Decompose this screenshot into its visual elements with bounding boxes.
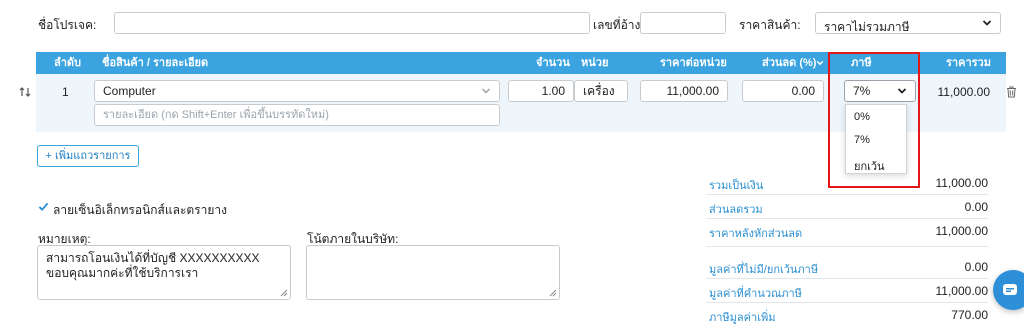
summary-taxable-value: 11,000.00 (935, 284, 989, 298)
add-row-button[interactable]: + เพิ่มแถวรายการ (37, 145, 139, 167)
summary-after-discount-label: ราคาหลังหักส่วนลด (709, 228, 803, 240)
discount-input[interactable]: 0.00 (742, 80, 824, 102)
summary-nontaxable-value: 0.00 (964, 260, 988, 274)
check-icon[interactable] (38, 201, 49, 212)
resize-grip-icon[interactable] (280, 289, 288, 297)
resize-grip-icon[interactable] (549, 289, 557, 297)
summary-subtotal-value: 11,000.00 (935, 176, 989, 190)
col-name-header: ชื่อสินค้า / รายละเอียด (102, 57, 209, 69)
project-label: ชื่อโปรเจค: (38, 18, 97, 32)
product-name-select[interactable]: Computer (94, 80, 500, 102)
chat-button[interactable] (993, 270, 1024, 310)
summary-nontaxable-label: มูลค่าที่ไม่มี/ยกเว้นภาษี (709, 264, 819, 276)
row-total: 11,000.00 (937, 85, 991, 99)
remark-textarea[interactable]: สามารถโอนเงินได้ที่บัญชี XXXXXXXXXX ขอบค… (37, 245, 291, 300)
chat-icon (1003, 284, 1017, 295)
summary-taxable-label: มูลค่าที่คำนวณภาษี (709, 288, 802, 300)
summary-discount-label: ส่วนลดรวม (709, 204, 763, 216)
col-unit-price-header: ราคาต่อหน่วย (660, 57, 727, 69)
summary-subtotal-label: รวมเป็นเงิน (709, 180, 764, 192)
summary-discount-value: 0.00 (964, 200, 988, 214)
trash-icon[interactable] (1006, 86, 1017, 98)
chevron-down-icon (982, 20, 992, 26)
price-type-label: ราคาสินค้า: (739, 18, 801, 32)
col-qty-header: จำนวน (536, 57, 570, 69)
tax-highlight-box (828, 52, 920, 188)
col-index-header: ลำดับ (54, 57, 82, 69)
unit-input[interactable]: เครื่อง (574, 80, 628, 102)
esign-label[interactable]: ลายเซ็นอิเล็กทรอนิกส์และตรายาง (53, 201, 227, 220)
internal-note-textarea[interactable] (306, 245, 560, 300)
unit-price-input[interactable]: 11,000.00 (640, 80, 728, 102)
row-index: 1 (62, 85, 69, 99)
col-total-header: ราคารวม (946, 57, 991, 69)
summary-divider (706, 246, 988, 247)
col-unit-header: หน่วย (581, 57, 609, 69)
drag-handle-icon[interactable] (19, 86, 31, 98)
col-discount-header[interactable]: ส่วนลด (%) (762, 52, 816, 74)
project-input[interactable] (114, 12, 590, 34)
summary-vat-label: ภาษีมูลค่าเพิ่ม (709, 312, 776, 324)
chevron-down-icon (482, 88, 490, 94)
summary-divider (706, 302, 988, 303)
qty-input[interactable]: 1.00 (508, 80, 574, 102)
product-detail-input[interactable]: รายละเอียด (กด Shift+Enter เพื่อขึ้นบรรท… (94, 104, 500, 126)
summary-divider (706, 218, 988, 219)
summary-after-discount-value: 11,000.00 (935, 224, 989, 238)
reference-input[interactable] (640, 12, 726, 34)
summary-divider (706, 278, 988, 279)
summary-divider (706, 194, 988, 195)
chevron-down-icon[interactable] (816, 59, 824, 67)
summary-vat-value: 770.00 (951, 308, 988, 322)
price-type-select[interactable]: ราคาไม่รวมภาษี (815, 12, 1001, 34)
